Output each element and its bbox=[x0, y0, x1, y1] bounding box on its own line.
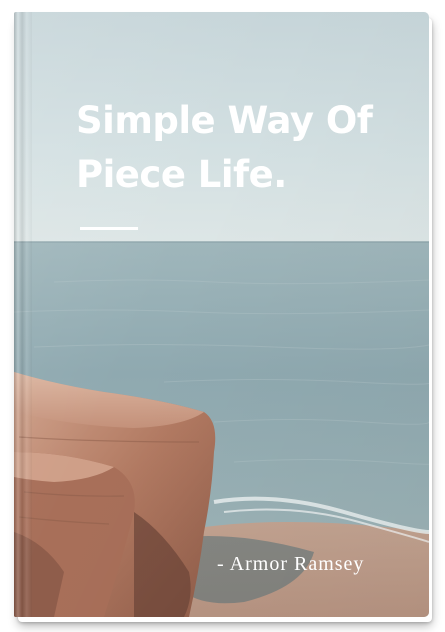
book-cover: Simple Way Of Piece Life. - Armor Ramsey bbox=[14, 12, 429, 617]
author-label: Armor Ramsey bbox=[229, 553, 365, 575]
title-underline bbox=[80, 227, 138, 230]
title-line-2: Piece Life. bbox=[76, 153, 287, 196]
title-line-1: Simple Way Of bbox=[76, 99, 373, 142]
book-title: Simple Way Of Piece Life. bbox=[76, 94, 416, 202]
author-name: - Armor Ramsey bbox=[217, 553, 417, 576]
author-dash: - bbox=[217, 553, 225, 575]
stage: Simple Way Of Piece Life. - Armor Ramsey bbox=[0, 0, 445, 632]
